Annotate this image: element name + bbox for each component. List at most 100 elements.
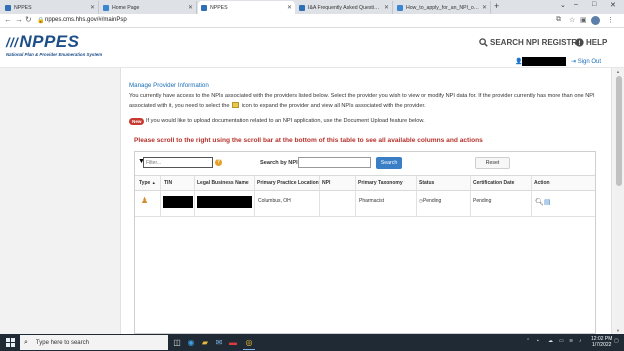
close-tab-icon[interactable]: ✕	[90, 4, 95, 11]
wifi-icon[interactable]: ≋	[569, 338, 573, 344]
browser-tab-3-active[interactable]: NPPES ✕	[198, 1, 295, 14]
onedrive-icon[interactable]: ☁	[548, 338, 553, 344]
column-divider	[355, 175, 356, 217]
lock-icon[interactable]: 🔒	[37, 17, 44, 24]
windows-start-icon[interactable]	[6, 338, 15, 347]
tab-title: NPPES	[210, 4, 228, 11]
help-label: HELP	[586, 38, 608, 47]
view-magnifier-icon[interactable]: 🔍︎	[535, 198, 544, 206]
close-tab-icon[interactable]: ✕	[482, 4, 487, 11]
column-header-npi[interactable]: NPI	[322, 180, 330, 186]
help-icon: !	[575, 38, 584, 47]
logo-text: NPPES	[19, 32, 80, 51]
redacted-tin	[163, 196, 193, 208]
mail-icon[interactable]: ✉	[213, 337, 225, 348]
close-window-icon[interactable]: ✕	[610, 1, 616, 9]
scroll-down-icon[interactable]: ▼	[616, 328, 620, 333]
chrome-icon[interactable]: ◎	[243, 337, 255, 350]
new-tab-button[interactable]: +	[494, 1, 499, 11]
column-header-label: Type	[139, 180, 151, 186]
logo-mark-icon: ///	[6, 35, 19, 50]
browser-tab-2[interactable]: Home Page ✕	[100, 1, 197, 14]
battery-icon[interactable]: ▭	[559, 338, 564, 344]
redacted-business-name	[197, 196, 252, 208]
menu-dots-icon[interactable]: ⋮	[607, 16, 614, 24]
new-badge: New	[129, 118, 145, 125]
svg-text:!: !	[578, 40, 580, 47]
chevron-down-icon[interactable]: ⌄	[560, 1, 566, 9]
column-divider	[194, 175, 195, 217]
extensions-icon[interactable]: ▣	[580, 16, 587, 24]
column-divider	[319, 175, 320, 217]
filter-help-icon[interactable]: ?	[215, 159, 222, 166]
column-header-status[interactable]: Status	[419, 180, 434, 186]
taskbar-clock[interactable]: 12:02 PM 1/7/2022	[591, 336, 612, 348]
search-icon: ⌕	[24, 338, 28, 346]
browser-tab-4[interactable]: I&A Frequently Asked Questions ✕	[296, 1, 393, 14]
favicon-icon	[5, 4, 11, 11]
clock-date: 1/7/2022	[591, 342, 612, 348]
edit-record-icon[interactable]: ▤	[544, 198, 551, 206]
page-scrollbar-thumb[interactable]	[616, 76, 622, 186]
app-tray-icon[interactable]: ▪	[537, 338, 539, 344]
reset-button[interactable]: Reset	[475, 157, 510, 169]
column-header-taxonomy[interactable]: Primary Taxonomy	[358, 180, 403, 186]
app-red-icon[interactable]: ▬	[227, 337, 239, 348]
maximize-icon[interactable]: □	[592, 1, 596, 8]
favicon-icon	[299, 4, 305, 11]
column-divider	[470, 175, 471, 217]
edge-icon[interactable]: ◉	[185, 337, 197, 348]
section-title: Manage Provider Information	[129, 82, 209, 89]
tab-title: NPPES	[14, 4, 32, 11]
sign-out-link[interactable]: ⇥ Sign Out	[571, 58, 601, 65]
back-icon[interactable]: ←	[4, 15, 12, 24]
favicon-icon	[397, 4, 403, 11]
minimize-icon[interactable]: –	[574, 1, 578, 8]
profile-avatar[interactable]	[591, 16, 600, 25]
column-header-certification-date[interactable]: Certification Date	[473, 180, 514, 186]
intro-text-2: icon to expand the provider and view all…	[241, 102, 426, 109]
tab-title: Home Page	[112, 4, 140, 11]
file-explorer-icon[interactable]: ▰	[199, 337, 211, 348]
browser-tab-1[interactable]: NPPES ✕	[2, 1, 99, 14]
favicon-icon	[103, 4, 109, 11]
search-npi-registry-link[interactable]: SEARCH NPI REGISTRY	[479, 38, 582, 47]
column-header-action: Action	[534, 180, 550, 186]
forward-icon[interactable]: →	[15, 15, 23, 24]
share-icon[interactable]: ⧉	[556, 16, 561, 24]
scroll-up-icon[interactable]: ▲	[616, 69, 620, 74]
search-by-npi-label: Search by NPI:	[260, 160, 300, 166]
nppes-logo[interactable]: ///NPPES National Plan & Provider Enumer…	[6, 33, 102, 57]
expand-folder-icon	[232, 102, 239, 109]
npi-search-input[interactable]	[298, 157, 371, 168]
column-divider	[160, 175, 161, 217]
reload-icon[interactable]: ↻	[25, 15, 32, 24]
search-button[interactable]: Search	[376, 157, 402, 169]
chevron-up-icon[interactable]: ⌃	[526, 338, 530, 344]
favicon-icon	[201, 4, 207, 11]
close-tab-icon[interactable]: ✕	[188, 4, 193, 11]
filter-input[interactable]	[143, 157, 213, 168]
intro-paragraph: You currently have access to the NPIs as…	[129, 92, 599, 111]
search-icon	[479, 38, 488, 47]
close-tab-icon[interactable]: ✕	[287, 4, 292, 11]
close-tab-icon[interactable]: ✕	[384, 4, 389, 11]
bookmark-star-icon[interactable]: ☆	[569, 16, 575, 24]
redacted-username	[522, 57, 566, 66]
column-header-type[interactable]: Type ▲	[139, 180, 156, 186]
status-text: Pending	[422, 198, 442, 204]
column-header-legal-business-name[interactable]: Legal Business Name	[197, 180, 249, 186]
tab-title: I&A Frequently Asked Questions	[308, 4, 382, 11]
practice-location-cell: Columbus, OH	[258, 198, 291, 204]
task-view-icon[interactable]: ◫	[171, 337, 183, 348]
column-header-tin[interactable]: TIN	[164, 180, 172, 186]
help-link[interactable]: ! HELP	[575, 38, 607, 47]
upload-note: If you would like to upload documentatio…	[146, 118, 425, 124]
browser-tab-5[interactable]: How_to_apply_for_an_NPI_online ✕	[394, 1, 491, 14]
column-header-practice-location[interactable]: Primary Practice Location	[257, 180, 319, 186]
taskbar-search-box[interactable]: ⌕ Type here to search	[20, 335, 168, 350]
notification-icon[interactable]: ▢	[614, 338, 619, 344]
volume-icon[interactable]: ♪	[579, 338, 582, 344]
logo-subtitle: National Plan & Provider Enumeration Sys…	[6, 52, 103, 57]
address-bar-url[interactable]: nppes.cms.hhs.gov/#/mainPsp	[45, 17, 127, 23]
